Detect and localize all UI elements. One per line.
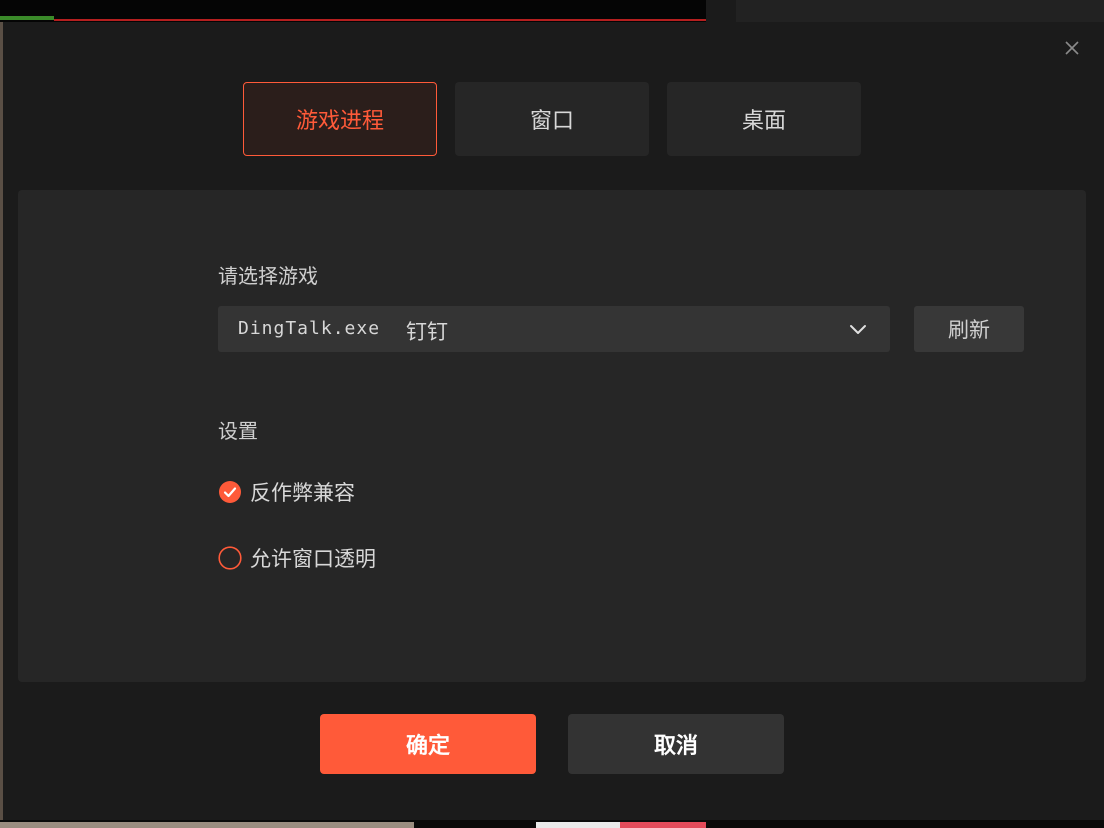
tab-label: 游戏进程 <box>295 109 384 134</box>
window-transparency-checkbox[interactable]: 允许窗口透明 <box>218 543 376 573</box>
circle-icon <box>218 546 242 570</box>
background-bottom-fragment <box>0 822 414 828</box>
option-label: 反作弊兼容 <box>250 481 355 505</box>
cancel-button[interactable]: 取消 <box>568 714 784 774</box>
confirm-button[interactable]: 确定 <box>320 714 536 774</box>
check-circle-icon <box>218 480 242 504</box>
tab-desktop[interactable]: 桌面 <box>667 82 861 156</box>
tab-game-process[interactable]: 游戏进程 <box>243 82 437 156</box>
chevron-down-icon <box>848 319 868 339</box>
capture-source-dialog: 游戏进程 窗口 桌面 请选择游戏 DingTalk.exe 钉钉 刷新 设置 反… <box>3 22 1104 820</box>
refresh-button[interactable]: 刷新 <box>914 306 1024 352</box>
confirm-label: 确定 <box>405 734 450 759</box>
screen: 游戏进程 窗口 桌面 请选择游戏 DingTalk.exe 钉钉 刷新 设置 反… <box>0 0 1104 828</box>
selected-game-name: 钉钉 <box>406 320 448 344</box>
option-label: 允许窗口透明 <box>250 547 376 571</box>
source-tabs: 游戏进程 窗口 桌面 <box>243 82 863 158</box>
tab-label: 窗口 <box>529 109 574 134</box>
tab-window[interactable]: 窗口 <box>455 82 649 156</box>
background-bottom-fragment <box>620 822 706 828</box>
anti-cheat-checkbox[interactable]: 反作弊兼容 <box>218 477 355 507</box>
close-button[interactable] <box>1060 36 1084 60</box>
selected-exe: DingTalk.exe <box>238 318 381 339</box>
game-select-label: 请选择游戏 <box>218 264 318 288</box>
game-select-dropdown[interactable]: DingTalk.exe 钉钉 <box>218 306 890 352</box>
background-panel-inner <box>736 0 1104 22</box>
background-progress-green <box>0 16 54 20</box>
close-icon <box>1060 36 1084 60</box>
background-bottom-fragment <box>536 822 620 828</box>
cancel-label: 取消 <box>653 734 698 759</box>
refresh-label: 刷新 <box>948 318 990 342</box>
background-progress-red <box>54 19 706 21</box>
tab-label: 桌面 <box>741 109 786 134</box>
settings-label: 设置 <box>218 419 258 443</box>
settings-panel: 请选择游戏 DingTalk.exe 钉钉 刷新 设置 反作弊兼容 允许窗口透明 <box>18 190 1086 682</box>
